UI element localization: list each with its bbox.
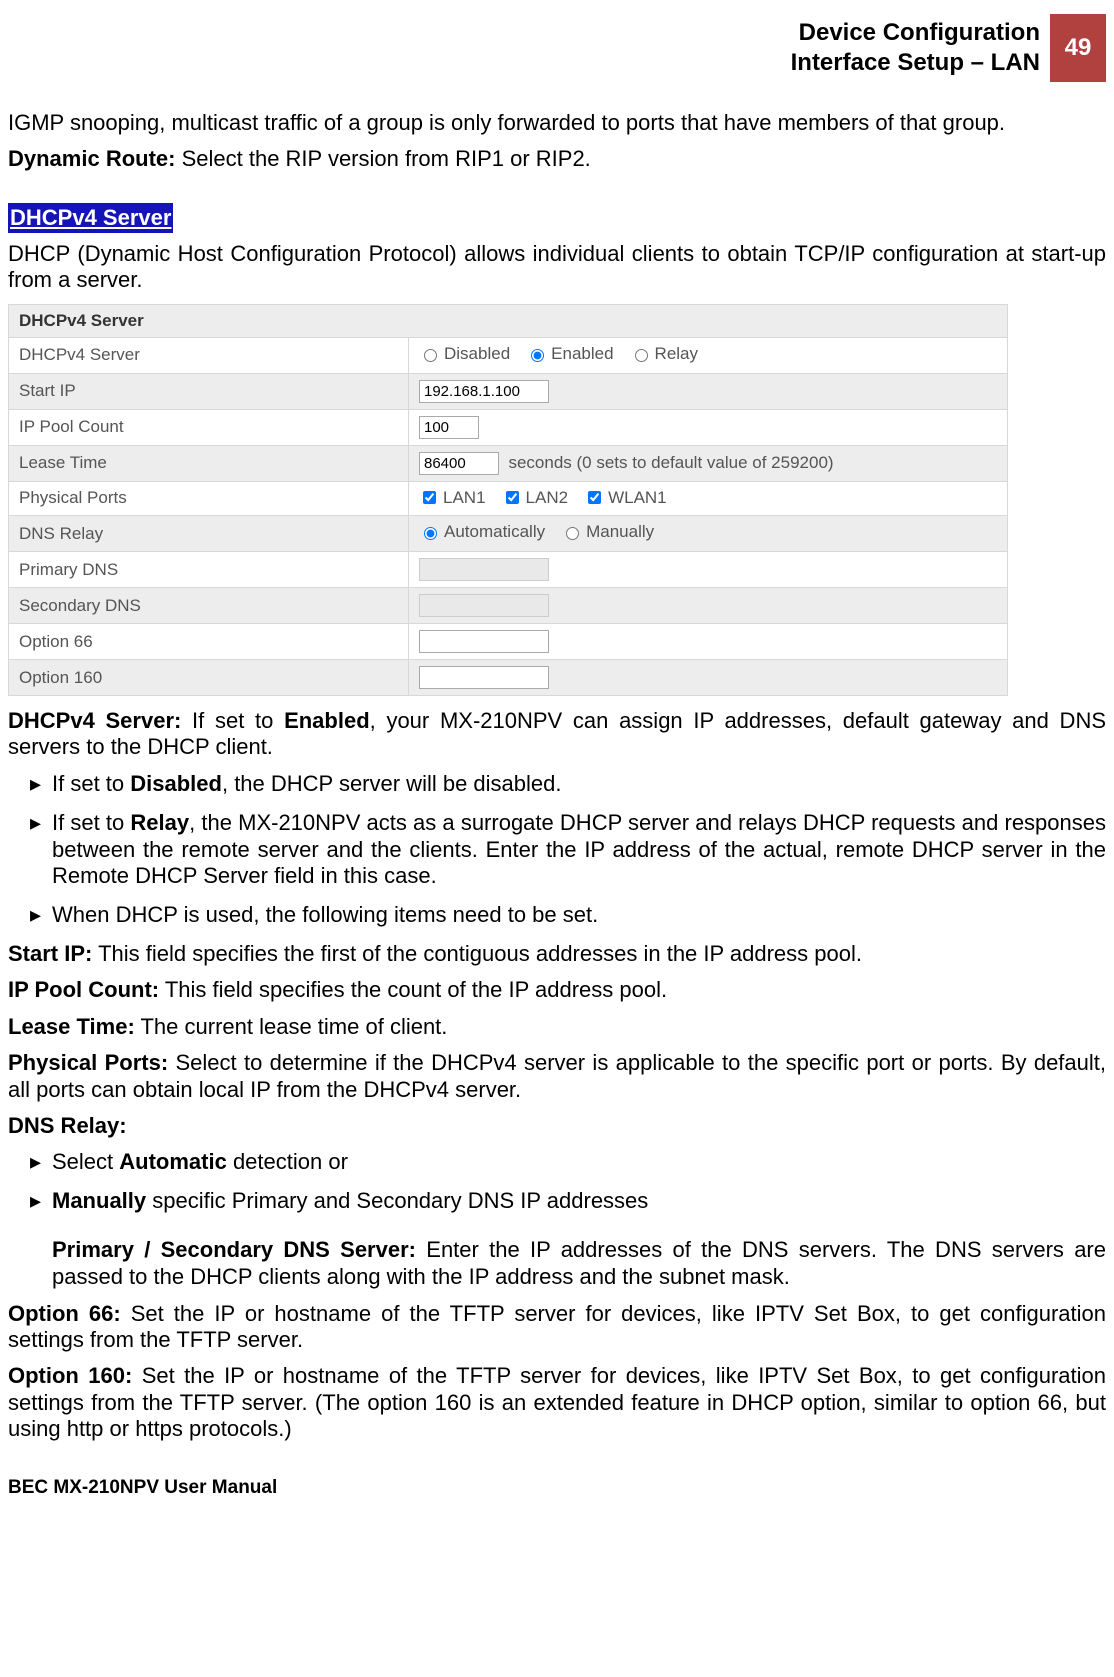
header-title: Device Configuration Interface Setup – L… [791,14,1050,82]
dynamic-route-label: Dynamic Route: [8,146,175,171]
radio-manual[interactable] [566,527,579,540]
radio-disabled[interactable] [424,349,437,362]
primary-dns-input[interactable] [419,558,549,581]
list-item: Manually specific Primary and Secondary … [8,1188,1106,1215]
dhcpv4-server-desc: DHCPv4 Server: If set to Enabled, your M… [8,708,1106,761]
physical-ports-desc: Physical Ports: Select to determine if t… [8,1050,1106,1103]
page-header: Device Configuration Interface Setup – L… [8,14,1106,82]
row-opt66-label: Option 66 [9,624,409,660]
row-startip-label: Start IP [9,373,409,409]
list-item: If set to Disabled, the DHCP server will… [8,771,1106,798]
secondary-dns-input[interactable] [419,594,549,617]
radio-relay[interactable] [635,349,648,362]
start-ip-input[interactable] [419,380,549,403]
radio-auto[interactable] [424,527,437,540]
dhcpv4-config-table: DHCPv4 Server DHCPv4 Server Disabled Ena… [8,304,1008,697]
footer-manual-name: BEC MX-210NPV User Manual [8,1477,1106,1499]
row-lease-label: Lease Time [9,445,409,481]
row-server-label: DHCPv4 Server [9,337,409,373]
radio-enabled[interactable] [531,349,544,362]
row-sdns-label: Secondary DNS [9,588,409,624]
dhcpv4-section-heading: DHCPv4 Server [8,203,173,233]
lease-suffix: seconds (0 sets to default value of 2592… [508,453,833,472]
page-number-badge: 49 [1050,14,1106,82]
dhcpv4-section-desc: DHCP (Dynamic Host Configuration Protoco… [8,241,1106,294]
row-opt160-label: Option 160 [9,660,409,696]
option160-desc: Option 160: Set the IP or hostname of th… [8,1363,1106,1442]
lease-time-input[interactable] [419,452,499,475]
igmp-snooping-text: IGMP snooping, multicast traffic of a gr… [8,110,1106,136]
option66-desc: Option 66: Set the IP or hostname of the… [8,1301,1106,1354]
option66-input[interactable] [419,630,549,653]
list-item: When DHCP is used, the following items n… [8,902,1106,929]
option160-input[interactable] [419,666,549,689]
dns-relay-bullets: Select Automatic detection or Manually s… [8,1149,1106,1215]
dynamic-route-line: Dynamic Route: Select the RIP version fr… [8,146,1106,172]
list-item: Select Automatic detection or [8,1149,1106,1176]
check-lan1[interactable] [423,491,436,504]
table-title: DHCPv4 Server [9,304,1008,337]
check-wlan1[interactable] [588,491,601,504]
lease-time-desc: Lease Time: The current lease time of cl… [8,1014,1106,1040]
pool-count-input[interactable] [419,416,479,439]
dns-server-sub: Primary / Secondary DNS Server: Enter th… [52,1237,1106,1291]
header-line2: Interface Setup – LAN [791,49,1040,76]
row-ports-label: Physical Ports [9,481,409,516]
check-lan2[interactable] [506,491,519,504]
start-ip-desc: Start IP: This field specifies the first… [8,941,1106,967]
row-server-controls: Disabled Enabled Relay [409,337,1008,373]
pool-count-desc: IP Pool Count: This field specifies the … [8,977,1106,1003]
dns-relay-desc: DNS Relay: [8,1113,1106,1139]
row-pool-label: IP Pool Count [9,409,409,445]
row-pdns-label: Primary DNS [9,552,409,588]
header-line1: Device Configuration [799,19,1040,46]
row-dnsrelay-label: DNS Relay [9,516,409,552]
dhcp-bullets-1: If set to Disabled, the DHCP server will… [8,771,1106,929]
list-item: If set to Relay, the MX-210NPV acts as a… [8,810,1106,890]
